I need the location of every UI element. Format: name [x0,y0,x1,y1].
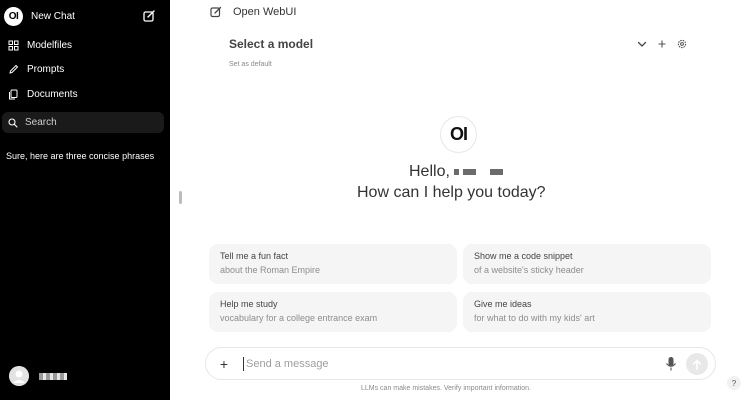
suggestion-subtitle: for what to do with my kids' art [474,313,595,323]
suggestion-title: Give me ideas [474,299,532,309]
suggestion-card[interactable]: Tell me a fun fact about the Roman Empir… [209,244,457,284]
sidebar-item-prompts[interactable]: Prompts [8,61,64,77]
greeting-hello: Hello, [409,163,450,180]
suggestion-card[interactable]: Show me a code snippet of a website's st… [463,244,711,284]
help-button[interactable]: ? [727,376,741,390]
suggestion-title: Help me study [220,299,278,309]
user-name-redacted [453,169,507,175]
document-icon [9,89,18,99]
sidebar-item-label: Prompts [27,63,65,75]
model-controls [636,38,696,50]
pencil-icon [9,64,19,74]
disclaimer-text: LLMs can make mistakes. Verify important… [361,385,532,392]
set-default-link[interactable]: Set as default [229,61,272,68]
sidebar-item-documents[interactable]: Documents [8,86,78,102]
send-button[interactable] [686,353,708,375]
attach-button[interactable]: + [215,355,233,373]
suggestion-card[interactable]: Give me ideas for what to do with my kid… [463,292,711,332]
microphone-icon[interactable] [664,356,678,372]
sidebar-item-modelfiles[interactable]: Modelfiles [8,37,72,53]
message-input[interactable] [243,356,643,371]
search-input[interactable] [25,117,155,128]
modelfiles-icon [8,40,19,50]
gear-icon [677,39,687,49]
plus-icon [658,40,666,48]
sidebar: OI New Chat Modelfiles Prompts Documents… [0,0,170,400]
new-chat-label[interactable]: New Chat [31,11,75,22]
model-selector[interactable]: Select a model [229,37,313,51]
app-window: OI New Chat Modelfiles Prompts Documents… [0,0,742,400]
user-avatar-icon [9,366,29,386]
sidebar-item-label: Modelfiles [27,39,73,51]
edit-icon[interactable] [210,6,222,18]
model-settings-button[interactable] [676,38,688,50]
sidebar-resize-handle[interactable] [179,191,182,204]
app-title: Open WebUI [233,6,297,18]
sidebar-search[interactable] [2,112,164,133]
arrow-up-icon [692,358,702,370]
avatar[interactable] [9,366,29,386]
suggestion-subtitle: about the Roman Empire [220,265,321,275]
new-chat-row[interactable]: OI New Chat [4,6,164,26]
greeting: Hello, [409,162,507,182]
model-dropdown-button[interactable] [636,38,648,50]
sidebar-item-label: Documents [27,88,78,100]
suggestion-subtitle: of a website's sticky header [474,265,584,275]
chat-history-item[interactable]: Sure, here are three concise phrases [6,151,160,165]
user-name-redacted [39,372,67,380]
message-composer: + [205,347,716,380]
app-title-row[interactable]: Open WebUI [210,4,296,20]
user-profile[interactable] [9,366,67,386]
search-icon [8,117,18,128]
suggestion-title: Tell me a fun fact [220,251,289,261]
new-chat-edit-icon[interactable] [142,9,156,23]
suggestion-title: Show me a code snippet [474,251,573,261]
suggestion-subtitle: vocabulary for a college entrance exam [220,313,378,323]
hero-logo: OI [440,116,477,153]
brand-logo: OI [4,6,23,26]
suggestion-card[interactable]: Help me study vocabulary for a college e… [209,292,457,332]
add-model-button[interactable] [656,38,668,50]
greeting-prompt: How can I help you today? [357,184,546,201]
chevron-down-icon [637,41,647,47]
